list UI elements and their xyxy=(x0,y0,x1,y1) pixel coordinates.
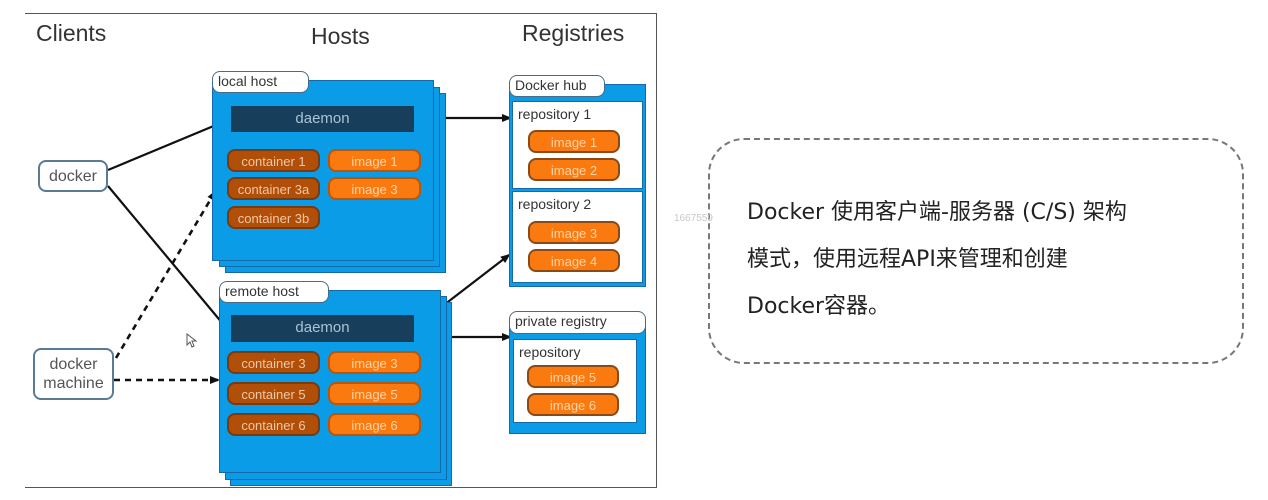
local-host-label: local host xyxy=(212,71,309,93)
remote-image-5: image 5 xyxy=(328,382,421,405)
local-image-1: image 1 xyxy=(328,149,421,172)
arrow-machine-to-local-host xyxy=(114,190,217,359)
note-line-1: Docker 使用客户端-服务器 (C/S) 架构 xyxy=(747,200,1127,225)
private-registry-label: private registry xyxy=(509,311,646,334)
remote-image-3: image 3 xyxy=(328,351,421,374)
repository-2-label: repository 2 xyxy=(518,196,592,212)
arrow-docker-to-remote-daemon xyxy=(107,185,230,332)
client-docker-machine-line1: docker xyxy=(49,356,98,373)
local-host-daemon: daemon xyxy=(231,106,414,132)
watermark-text: 1667559 xyxy=(674,213,713,224)
description-note-text: Docker 使用客户端-服务器 (C/S) 架构 模式，使用远程API来管理和… xyxy=(747,189,1227,330)
remote-host-daemon: daemon xyxy=(231,315,414,342)
repository-1-label: repository 1 xyxy=(518,106,592,122)
local-container-3a: container 3a xyxy=(227,177,320,200)
client-docker-machine-line2: machine xyxy=(43,375,104,392)
remote-image-6: image 6 xyxy=(328,413,421,436)
note-line-2: 模式，使用远程API来管理和创建 xyxy=(747,247,1068,272)
hub-repo1-image-1: image 1 xyxy=(528,130,620,153)
arrow-docker-to-local-daemon xyxy=(107,118,230,172)
local-container-3b: container 3b xyxy=(227,206,320,229)
private-repository-label: repository xyxy=(519,344,581,360)
private-image-5: image 5 xyxy=(527,365,619,388)
client-docker: docker xyxy=(38,160,108,192)
docker-hub-label: Docker hub xyxy=(509,75,605,97)
local-image-3: image 3 xyxy=(328,177,421,200)
local-container-1: container 1 xyxy=(227,149,320,172)
remote-container-6: container 6 xyxy=(227,413,320,436)
mouse-cursor-icon xyxy=(186,333,198,348)
remote-container-3: container 3 xyxy=(227,351,320,374)
hub-repo2-image-4: image 4 xyxy=(528,249,620,272)
hub-repo2-image-3: image 3 xyxy=(528,221,620,244)
remote-container-5: container 5 xyxy=(227,382,320,405)
hub-repo1-image-2: image 2 xyxy=(528,158,620,181)
remote-host-label: remote host xyxy=(219,281,329,303)
note-line-3: Docker容器。 xyxy=(747,294,891,319)
client-docker-machine: docker machine xyxy=(33,348,114,400)
private-image-6: image 6 xyxy=(527,393,619,416)
client-docker-label: docker xyxy=(48,167,98,185)
